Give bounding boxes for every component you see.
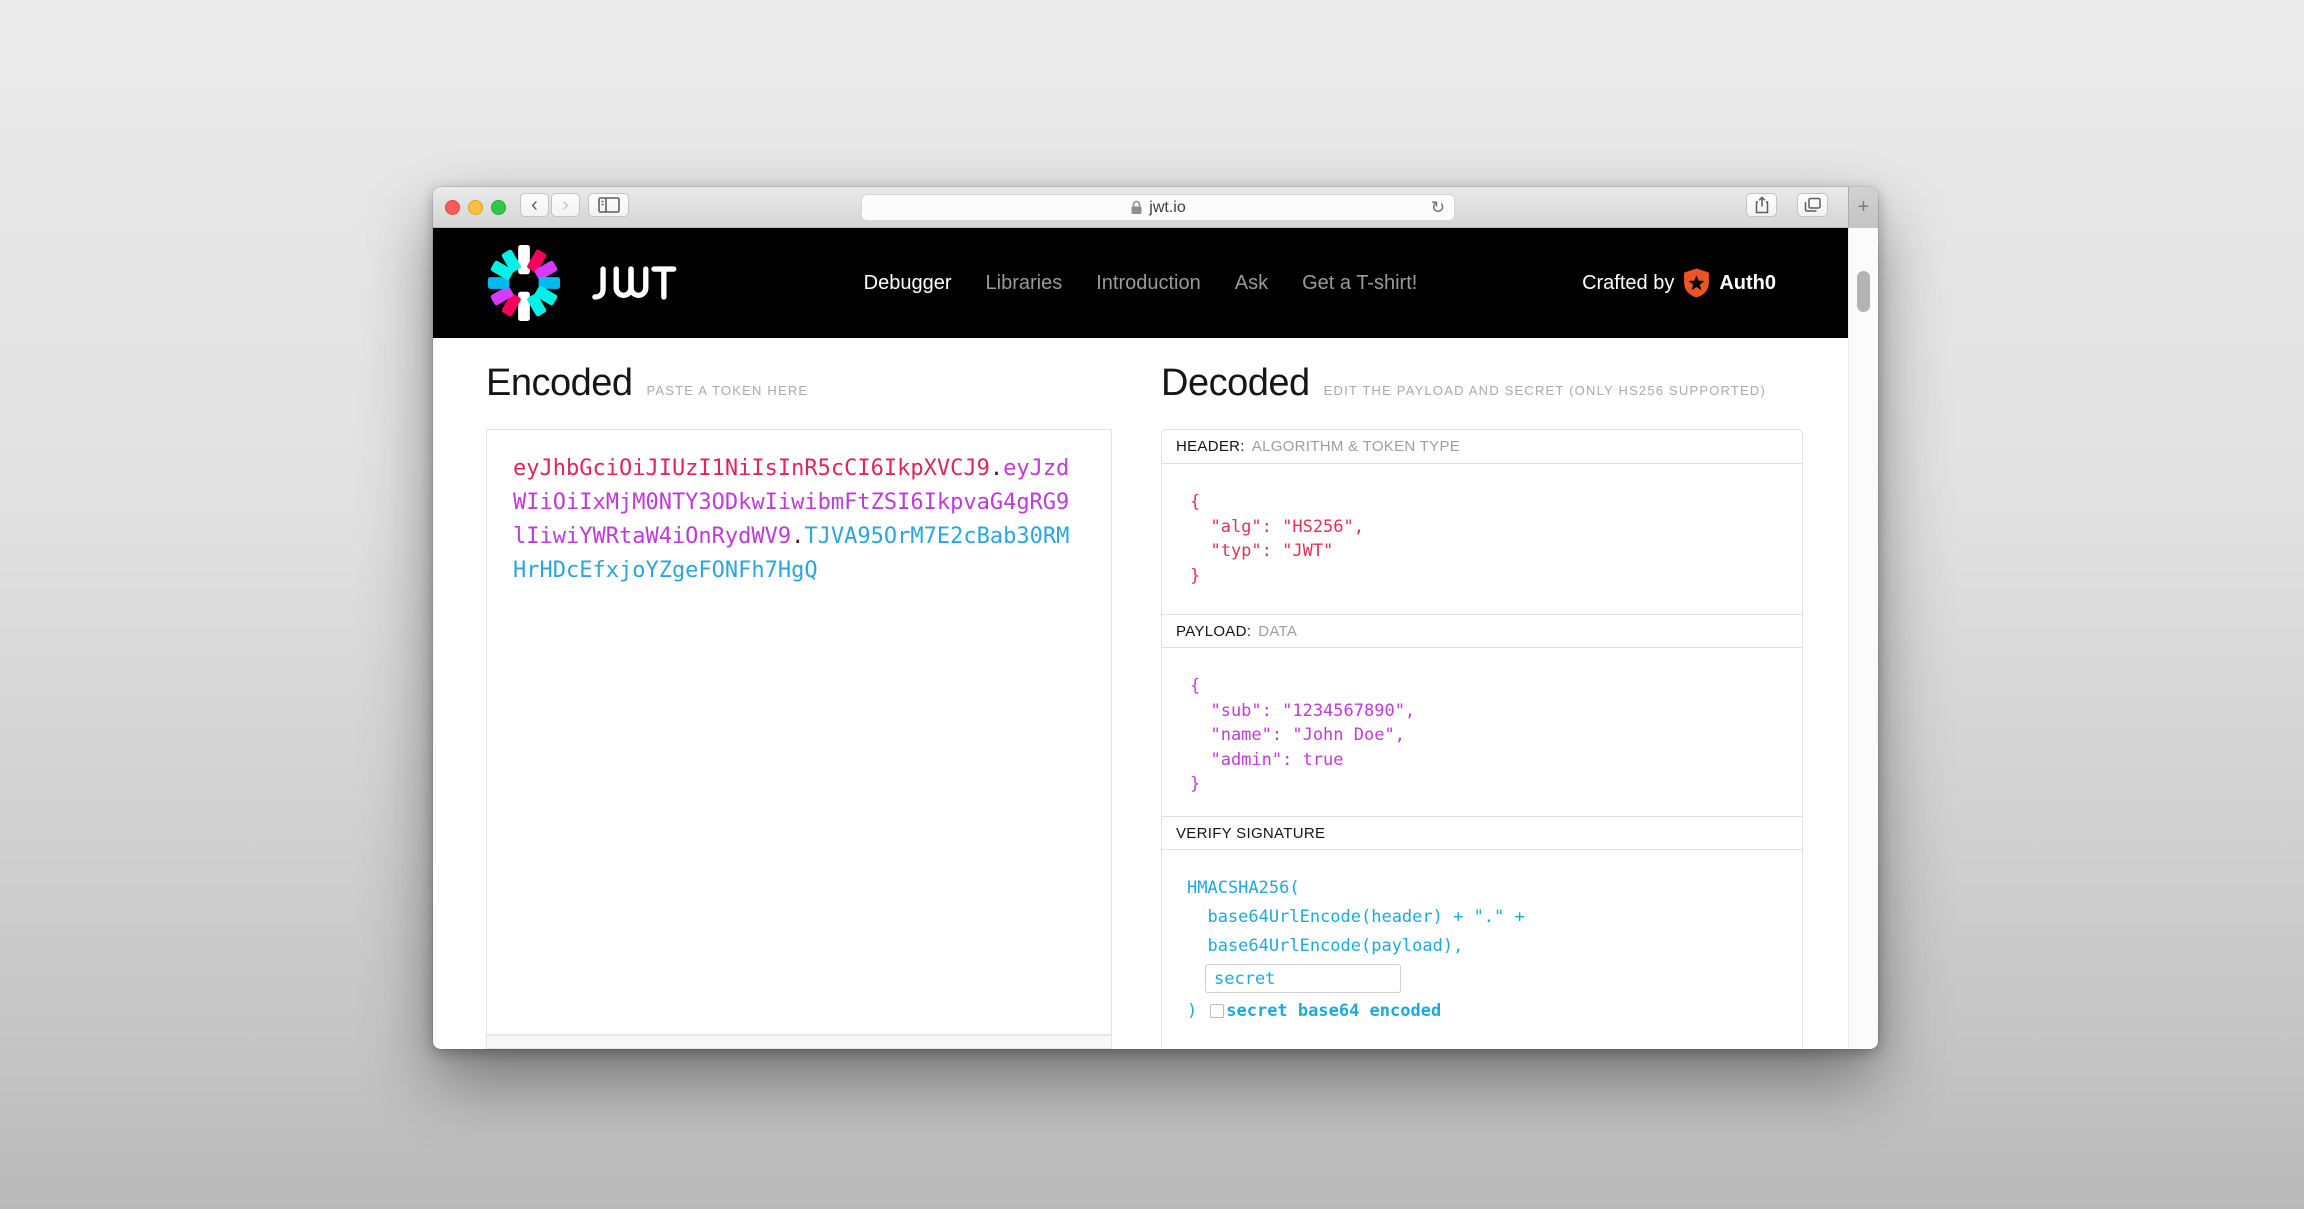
payload-json-editor[interactable]: { "sub": "1234567890", "name": "John Doe… (1162, 648, 1802, 817)
encoded-caption: PASTE A TOKEN HERE (646, 383, 809, 398)
site-navbar: Debugger Libraries Introduction Ask Get … (433, 228, 1848, 338)
next-section-stub (486, 1035, 1112, 1049)
jwt-wordmark-icon (592, 266, 677, 300)
payload-section-content: { "sub": "1234567890", "name": "John Doe… (1162, 648, 1802, 817)
tabs-icon (1804, 197, 1821, 212)
jwt-logo[interactable] (485, 244, 677, 322)
browser-titlebar: ‹ › jwt.io ↻ + (433, 187, 1878, 228)
crafted-by-label: Crafted by (1582, 271, 1675, 294)
https-lock-icon (1130, 200, 1143, 215)
back-icon: ‹ (531, 194, 538, 216)
token-separator-dot: . (791, 524, 805, 549)
traffic-lights (445, 200, 506, 215)
jwt-pinwheel-icon (487, 244, 561, 322)
header-section-title: HEADER: ALGORITHM & TOKEN TYPE (1162, 430, 1802, 464)
url-text: jwt.io (1149, 198, 1186, 216)
secret-base64-label[interactable]: secret base64 encoded (1226, 1001, 1441, 1021)
verify-close-row: ) secret base64 encoded (1187, 1001, 1802, 1021)
token-header-segment: eyJhbGciOiJIUzI1NiIsInR5cCI6IkpXVCJ9 (513, 456, 990, 481)
jwt-io-page: Debugger Libraries Introduction Ask Get … (433, 228, 1848, 1049)
header-label: HEADER: (1176, 438, 1245, 455)
crafted-by-auth0[interactable]: Crafted by Auth0 (1582, 268, 1776, 298)
close-paren-text: ) (1187, 1001, 1198, 1021)
hmac-code-text: HMACSHA256( base64UrlEncode(header) + ".… (1187, 878, 1525, 956)
sidebar-icon (597, 197, 620, 213)
verify-section-content: HMACSHA256( base64UrlEncode(header) + ".… (1162, 850, 1802, 1044)
nav-item-introduction[interactable]: Introduction (1096, 272, 1201, 295)
forward-button[interactable]: › (551, 193, 580, 217)
nav-item-ask[interactable]: Ask (1235, 272, 1268, 295)
forward-icon: › (562, 194, 569, 216)
sidebar-button[interactable] (588, 193, 629, 217)
verify-section-title: VERIFY SIGNATURE (1162, 816, 1802, 850)
browser-viewport: Debugger Libraries Introduction Ask Get … (433, 228, 1878, 1049)
token-separator-dot: . (989, 456, 1004, 481)
header-section-content: { "alg": "HS256", "typ": "JWT" } (1162, 464, 1802, 615)
nav-links: Debugger Libraries Introduction Ask Get … (864, 272, 1418, 295)
auth0-shield-icon (1684, 268, 1710, 298)
address-bar[interactable]: jwt.io ↻ (861, 194, 1455, 221)
browser-window: ‹ › jwt.io ↻ + Debugger Libraries Introd… (433, 187, 1878, 1049)
auth0-label: Auth0 (1719, 271, 1776, 294)
page-scrollbar-track[interactable] (1848, 228, 1878, 1048)
decoded-title: Decoded (1161, 362, 1310, 404)
verify-signature-label: VERIFY SIGNATURE (1176, 824, 1326, 842)
payload-sublabel: DATA (1258, 622, 1298, 640)
reload-icon[interactable]: ↻ (1431, 198, 1445, 218)
tab-overview-button[interactable] (1797, 193, 1828, 217)
share-icon (1755, 196, 1768, 214)
header-json-editor[interactable]: { "alg": "HS256", "typ": "JWT" } (1162, 464, 1802, 615)
nav-item-debugger[interactable]: Debugger (864, 272, 952, 295)
share-button[interactable] (1746, 193, 1777, 217)
payload-label: PAYLOAD: (1176, 622, 1252, 640)
payload-section-title: PAYLOAD: DATA (1162, 614, 1802, 648)
encoded-token-box[interactable]: eyJhbGciOiJIUzI1NiIsInR5cCI6IkpXVCJ9.eyJ… (486, 429, 1112, 1035)
secret-input[interactable] (1205, 964, 1401, 993)
page-scrollbar-thumb[interactable] (1857, 271, 1870, 312)
jwt-token-text[interactable]: eyJhbGciOiJIUzI1NiIsInR5cCI6IkpXVCJ9.eyJ… (513, 452, 1073, 588)
encoded-title: Encoded (486, 362, 633, 404)
decoded-panel: HEADER: ALGORITHM & TOKEN TYPE { "alg": … (1161, 429, 1803, 1048)
nav-item-tshirt[interactable]: Get a T-shirt! (1302, 272, 1417, 295)
decoded-heading: Decoded EDIT THE PAYLOAD AND SECRET (ONL… (1161, 362, 1766, 405)
new-tab-button[interactable]: + (1848, 187, 1878, 228)
zoom-window-button[interactable] (491, 200, 506, 215)
plus-icon: + (1857, 196, 1870, 218)
nav-item-libraries[interactable]: Libraries (986, 272, 1063, 295)
header-sublabel: ALGORITHM & TOKEN TYPE (1251, 438, 1461, 455)
encoded-heading: Encoded PASTE A TOKEN HERE (486, 362, 808, 405)
back-button[interactable]: ‹ (520, 193, 549, 217)
close-window-button[interactable] (445, 200, 460, 215)
secret-base64-checkbox[interactable] (1210, 1004, 1225, 1018)
minimize-window-button[interactable] (468, 200, 483, 215)
decoded-caption: EDIT THE PAYLOAD AND SECRET (ONLY HS256 … (1323, 383, 1767, 398)
debugger-content: Encoded PASTE A TOKEN HERE eyJhbGciOiJIU… (433, 338, 1848, 1049)
